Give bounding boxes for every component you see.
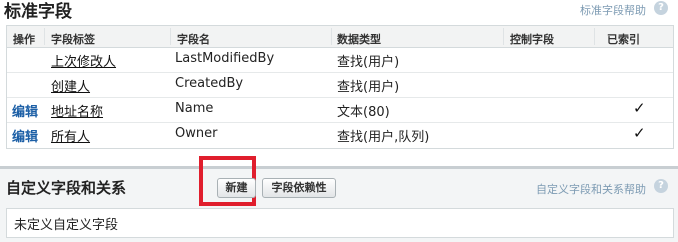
custom-fields-section: 自定义字段和关系 新建 字段依赖性 自定义字段和关系帮助 ? 未定义自定义字段	[0, 156, 678, 242]
column-divider	[331, 28, 332, 45]
table-row: 创建人 CreatedBy 查找(用户)	[7, 73, 673, 98]
edit-link[interactable]: 编辑	[12, 126, 38, 145]
field-name: Owner	[175, 126, 218, 141]
custom-fields-help-link[interactable]: 自定义字段和关系帮助	[536, 181, 646, 197]
standard-fields-header: 标准字段 标准字段帮助 ?	[0, 0, 678, 22]
field-name: LastModifiedBy	[175, 51, 275, 66]
custom-fields-empty-box: 未定义自定义字段	[6, 208, 674, 238]
column-header-label: 字段标签	[51, 33, 95, 46]
help-icon[interactable]: ?	[654, 1, 668, 15]
help-icon[interactable]: ?	[654, 179, 668, 193]
field-type: 查找(用户,队列)	[337, 130, 430, 145]
column-header-indexed: 已索引	[607, 33, 640, 46]
standard-fields-table: 操作 字段标签 字段名 数据类型 控制字段 已索引 上次修改人 LastModi…	[6, 25, 674, 149]
column-divider	[594, 28, 595, 45]
standard-fields-help-link[interactable]: 标准字段帮助	[580, 2, 646, 18]
edit-link[interactable]: 编辑	[12, 101, 38, 120]
empty-message: 未定义自定义字段	[14, 218, 119, 233]
table-header: 操作 字段标签 字段名 数据类型 控制字段 已索引	[7, 26, 673, 48]
field-label-link[interactable]: 地址名称	[51, 101, 103, 120]
field-name: CreatedBy	[175, 76, 244, 91]
field-name: Name	[175, 101, 214, 116]
table-row: 编辑 所有人 Owner 查找(用户,队列) ✓	[7, 123, 673, 147]
field-label-link[interactable]: 所有人	[51, 126, 90, 145]
column-divider	[44, 28, 45, 45]
field-type: 文本(80)	[337, 105, 390, 120]
field-label-link[interactable]: 创建人	[51, 76, 90, 95]
field-type: 查找(用户)	[337, 55, 400, 70]
table-row: 编辑 地址名称 Name 文本(80) ✓	[7, 98, 673, 123]
column-header-action: 操作	[13, 33, 35, 46]
table-row: 上次修改人 LastModifiedBy 查找(用户)	[7, 48, 673, 73]
column-divider	[170, 28, 171, 45]
column-header-name: 字段名	[177, 33, 210, 46]
new-button[interactable]: 新建	[217, 178, 256, 198]
custom-fields-title: 自定义字段和关系	[6, 179, 127, 197]
column-header-type: 数据类型	[337, 33, 381, 46]
field-dependency-button[interactable]: 字段依赖性	[262, 178, 336, 198]
field-label-link[interactable]: 上次修改人	[51, 51, 116, 70]
column-header-controlling: 控制字段	[510, 33, 554, 46]
column-divider	[503, 28, 504, 45]
indexed-check: ✓	[633, 99, 646, 117]
field-type: 查找(用户)	[337, 80, 400, 95]
indexed-check: ✓	[633, 124, 646, 142]
standard-fields-title: 标准字段	[4, 2, 72, 22]
